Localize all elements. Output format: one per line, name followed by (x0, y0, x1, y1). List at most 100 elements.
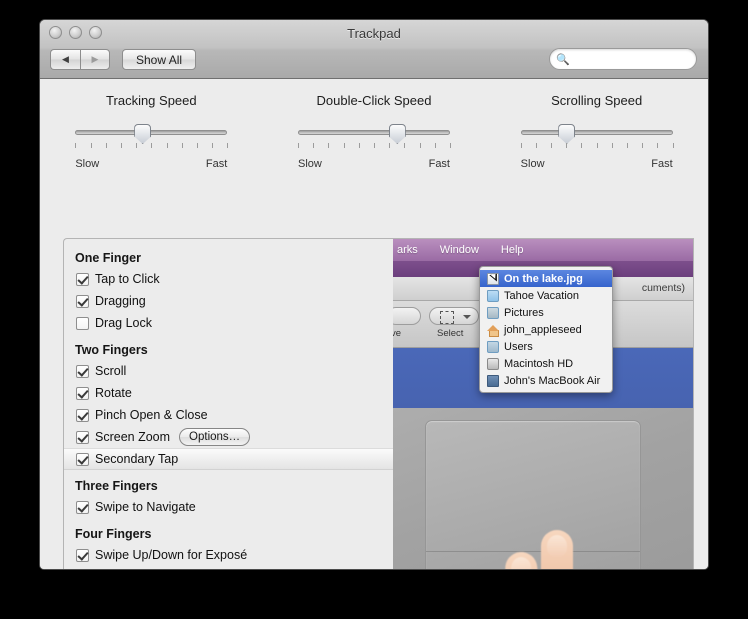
checkbox-checked-icon[interactable] (76, 500, 89, 514)
back-button[interactable]: ◀ (50, 49, 80, 70)
checkbox-checked-icon[interactable] (76, 548, 89, 562)
checkbox-unchecked-icon[interactable] (76, 316, 89, 330)
path-menu-item-label: Users (504, 340, 533, 353)
option-label: Rotate (95, 386, 132, 400)
path-menu-item[interactable]: John's MacBook Air (480, 372, 612, 389)
slider-tick (328, 143, 330, 148)
menubar-item-bookmarks: arks (397, 244, 418, 256)
slider-thumb[interactable] (558, 124, 576, 144)
option-label: Tap to Click (95, 272, 160, 286)
menubar-item-window: Window (439, 244, 479, 256)
slider-tick (343, 143, 345, 148)
checkbox-checked-icon[interactable] (76, 294, 89, 308)
path-menu-item[interactable]: Pictures (480, 304, 612, 321)
option-row[interactable]: Swipe Up/Down for Exposé (64, 544, 393, 566)
search-input[interactable] (573, 52, 708, 66)
finger-right (541, 530, 573, 569)
path-menu-item[interactable]: john_appleseed (480, 321, 612, 338)
option-row[interactable]: Pinch Open & Close (64, 404, 393, 426)
slider-tick (120, 143, 122, 148)
slider-tick (611, 143, 613, 148)
option-label: Pinch Open & Close (95, 408, 208, 422)
speed-sliders: Tracking Speed Slow Fast Double-Click Sp… (40, 93, 708, 170)
slider-tick (151, 143, 153, 148)
slider-control[interactable] (75, 122, 229, 156)
path-menu-item-label: Macintosh HD (504, 357, 574, 370)
slider-tick (298, 143, 299, 148)
path-menu-item-label: Pictures (504, 306, 544, 319)
slider-tick (520, 143, 522, 148)
option-group-heading: Four Fingers (75, 527, 152, 541)
slider-track[interactable] (520, 130, 673, 135)
option-row[interactable]: Swipe Left/Right to Switch Applications (64, 566, 393, 569)
slider-tick (374, 143, 375, 148)
slider-tracking-speed: Tracking Speed Slow Fast (40, 93, 263, 170)
option-label: Secondary Tap (95, 452, 179, 466)
checkbox-checked-icon[interactable] (76, 386, 89, 400)
slider-ticks (298, 143, 451, 149)
window-titlebar: Trackpad ◀ ▶ Show All 🔍 (40, 20, 708, 79)
show-all-button[interactable]: Show All (122, 49, 197, 70)
option-row[interactable]: Screen Zoom Options… (64, 426, 393, 448)
slider-tick (581, 143, 583, 148)
slider-control[interactable] (520, 122, 674, 156)
preview-menubar: arks Window Help (393, 239, 693, 261)
checkbox-checked-icon[interactable] (76, 430, 89, 444)
slider-title: Scrolling Speed (551, 93, 643, 108)
option-label: Dragging (95, 294, 146, 308)
slider-max-label: Fast (428, 158, 450, 170)
slider-track[interactable] (75, 130, 228, 135)
checkbox-checked-icon[interactable] (76, 364, 89, 378)
gesture-video-preview: arks Window Help cuments) ve Select S (393, 238, 694, 569)
trackpad-photo (393, 408, 693, 569)
path-menu-item[interactable]: On the lake.jpg (480, 270, 612, 287)
slider-tick (212, 143, 214, 148)
option-row[interactable]: Tap to Click (64, 268, 393, 290)
toolbar-select-icon (429, 307, 479, 325)
trackpad-surface (425, 420, 641, 569)
option-row[interactable]: Scroll (64, 360, 393, 382)
slider-control[interactable] (298, 122, 451, 156)
slider-ticks (75, 143, 229, 149)
slider-tick (434, 143, 436, 148)
slider-tick (535, 143, 537, 148)
slider-track[interactable] (298, 130, 450, 135)
option-label: Screen Zoom (95, 430, 171, 444)
slider-tick (358, 143, 360, 148)
path-menu-item[interactable]: Tahoe Vacation (480, 287, 612, 304)
path-popup-menu: On the lake.jpg Tahoe Vacation Pictures joh… (479, 266, 613, 393)
option-row[interactable]: Dragging (64, 290, 393, 312)
toolbar-label-move: ve (393, 328, 402, 339)
home-icon (487, 324, 499, 337)
path-menu-item[interactable]: Users (480, 338, 612, 355)
slider-tick (657, 143, 659, 148)
option-row[interactable]: Secondary Tap (64, 448, 418, 472)
slider-tick (627, 143, 629, 148)
option-row[interactable]: Rotate (64, 382, 393, 404)
checkbox-checked-icon[interactable] (76, 272, 89, 286)
slider-labels: Slow Fast (298, 158, 450, 170)
slider-thumb[interactable] (134, 124, 152, 144)
slider-thumb[interactable] (388, 124, 406, 144)
option-row[interactable]: Swipe to Navigate (64, 496, 393, 518)
navigation-buttons: ◀ ▶ (50, 49, 110, 70)
slider-tick (196, 143, 198, 148)
option-row[interactable]: Drag Lock (64, 312, 393, 334)
option-label: Swipe Up/Down for Exposé (95, 548, 248, 562)
slider-min-label: Slow (75, 158, 100, 170)
forward-button[interactable]: ▶ (80, 49, 110, 70)
hard-disk-icon (487, 357, 499, 370)
option-group-heading: Two Fingers (75, 343, 148, 357)
trackpad-button-divider (426, 551, 640, 552)
checkbox-checked-icon[interactable] (76, 408, 89, 422)
slider-min-label: Slow (298, 158, 322, 170)
path-menu-item[interactable]: Macintosh HD (480, 355, 612, 372)
slider-title: Tracking Speed (106, 93, 197, 108)
slider-tick (227, 143, 229, 148)
slider-tick (642, 143, 644, 148)
slider-tick (419, 143, 421, 148)
checkbox-checked-icon[interactable] (76, 452, 89, 466)
screen-zoom-options-button[interactable]: Options… (179, 428, 251, 446)
option-group-heading: Three Fingers (75, 479, 158, 493)
search-field[interactable]: 🔍 (549, 48, 708, 70)
